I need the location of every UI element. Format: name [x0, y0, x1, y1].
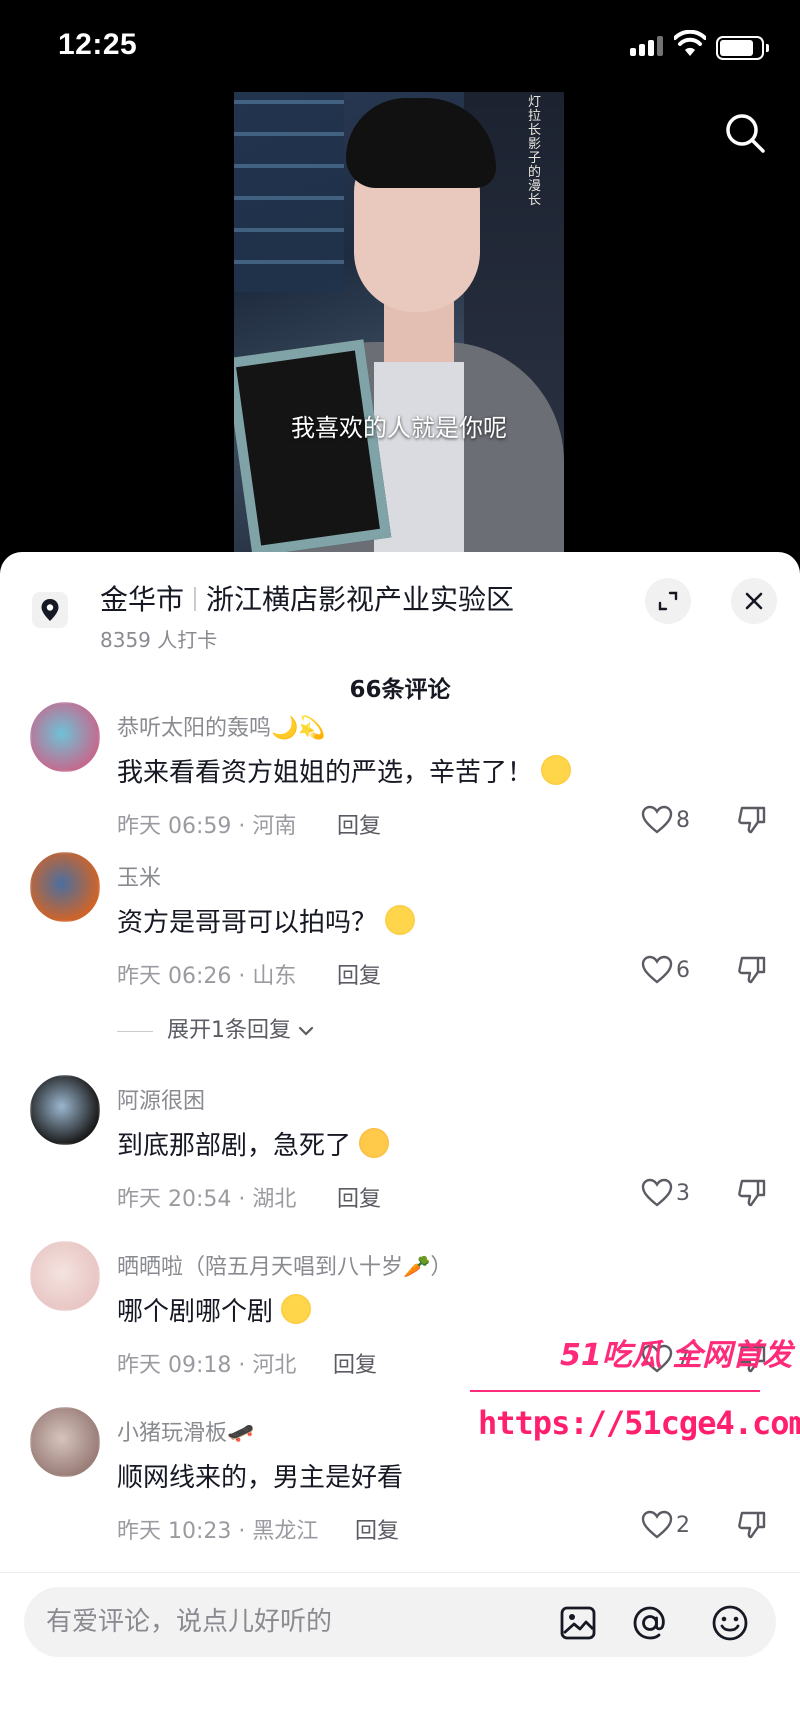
comment-author[interactable]: 玉米 [117, 860, 161, 892]
like-count: 3 [676, 1181, 690, 1206]
location-pin-icon [32, 592, 68, 628]
comment-sheet: 金华市 浙江横店影视产业实验区 8359 人打卡 66条评论 恭听太阳的轰鸣🌙💫 … [0, 552, 800, 1731]
close-icon [745, 592, 763, 610]
comment-text: 顺网线来的，男主是好看 [117, 1463, 404, 1493]
video-background-shelf [234, 92, 344, 292]
comment-meta: 昨天 06:26 · 山东 [117, 964, 297, 989]
expand-icon [658, 591, 678, 611]
avatar[interactable] [30, 852, 100, 922]
expand-replies-button[interactable]: 展开1条回复 [117, 1012, 314, 1044]
shy-emoji-icon [281, 1294, 312, 1324]
comment-input-bar [0, 1572, 800, 1731]
video-player[interactable]: 灯拉长影子的漫长 我喜欢的人就是你呢 [234, 92, 564, 552]
comment-input[interactable] [46, 1587, 526, 1657]
heart-icon[interactable] [640, 954, 674, 986]
avatar[interactable] [30, 1241, 100, 1311]
expand-button[interactable] [645, 578, 691, 624]
avatar[interactable] [30, 702, 100, 772]
thumbs-down-icon[interactable] [736, 804, 768, 836]
heart-icon[interactable] [640, 1177, 674, 1209]
sweat-emoji-icon [385, 905, 416, 935]
battery-icon [716, 36, 769, 60]
reply-button[interactable]: 回复 [337, 1181, 381, 1213]
video-overlay-text: 灯拉长影子的漫长 [528, 95, 542, 208]
comment-author[interactable]: 小猪玩滑板🛹 [117, 1415, 254, 1447]
thumbs-down-icon[interactable] [736, 954, 768, 986]
comment-meta: 昨天 09:18 · 河北 [117, 1353, 297, 1378]
thumbs-down-icon[interactable] [736, 1177, 768, 1209]
avatar[interactable] [30, 1075, 100, 1145]
thumbs-down-icon[interactable] [736, 1509, 768, 1541]
location-city: 金华市 [100, 583, 185, 616]
chevron-down-icon [298, 1026, 314, 1036]
watermark-brand: 51吃瓜 全网首发 [560, 1338, 793, 1373]
comment-author[interactable]: 晒晒啦（陪五月天唱到八十岁🥕） [117, 1249, 452, 1281]
avatar[interactable] [30, 1407, 100, 1477]
smiley-icon[interactable] [710, 1603, 750, 1643]
status-bar: 12:25 [0, 0, 800, 96]
status-time: 12:25 [58, 28, 138, 61]
location-title[interactable]: 金华市 浙江横店影视产业实验区 [100, 578, 514, 618]
comment-count: 66条评论 [349, 677, 451, 703]
like-count: 2 [676, 1513, 690, 1538]
location-separator [194, 587, 197, 611]
comment-author[interactable]: 恭听太阳的轰鸣🌙💫 [117, 710, 326, 742]
battery-level [720, 40, 754, 56]
divider [117, 1030, 153, 1032]
location-place: 浙江横店影视产业实验区 [206, 583, 515, 616]
reply-button[interactable]: 回复 [355, 1513, 399, 1545]
comment-input-box[interactable] [24, 1587, 776, 1657]
at-icon[interactable] [630, 1603, 670, 1643]
close-button[interactable] [731, 578, 777, 624]
comment-text: 资方是哥哥可以拍吗？ [117, 902, 416, 939]
reply-button[interactable]: 回复 [333, 1347, 377, 1379]
heart-icon[interactable] [640, 804, 674, 836]
comment-text: 我来看看资方姐姐的严选，辛苦了！ [117, 752, 572, 789]
like-count: 6 [676, 958, 690, 983]
watermark-url: https://51cge4.com [478, 1404, 800, 1442]
comment-text: 哪个剧哪个剧 [117, 1291, 312, 1328]
location-checkins: 8359 人打卡 [100, 628, 218, 652]
heart-icon[interactable] [640, 1509, 674, 1541]
grin-emoji-icon [541, 755, 572, 785]
video-photo-frame [234, 339, 392, 552]
comment-meta: 昨天 10:23 · 黑龙江 [117, 1519, 319, 1544]
comment-author[interactable]: 阿源很困 [117, 1083, 205, 1115]
image-icon[interactable] [558, 1603, 598, 1643]
wifi-icon [674, 30, 706, 56]
search-icon[interactable] [722, 110, 768, 156]
comment-text: 到底那部剧，急死了 [117, 1125, 390, 1162]
wow-emoji-icon [359, 1128, 390, 1158]
comment-meta: 昨天 06:59 · 河南 [117, 814, 297, 839]
video-subtitle: 我喜欢的人就是你呢 [291, 414, 507, 442]
reply-button[interactable]: 回复 [337, 958, 381, 990]
like-count: 8 [676, 808, 690, 833]
comment-meta: 昨天 20:54 · 湖北 [117, 1187, 297, 1212]
reply-button[interactable]: 回复 [337, 808, 381, 840]
watermark-line [470, 1390, 760, 1392]
